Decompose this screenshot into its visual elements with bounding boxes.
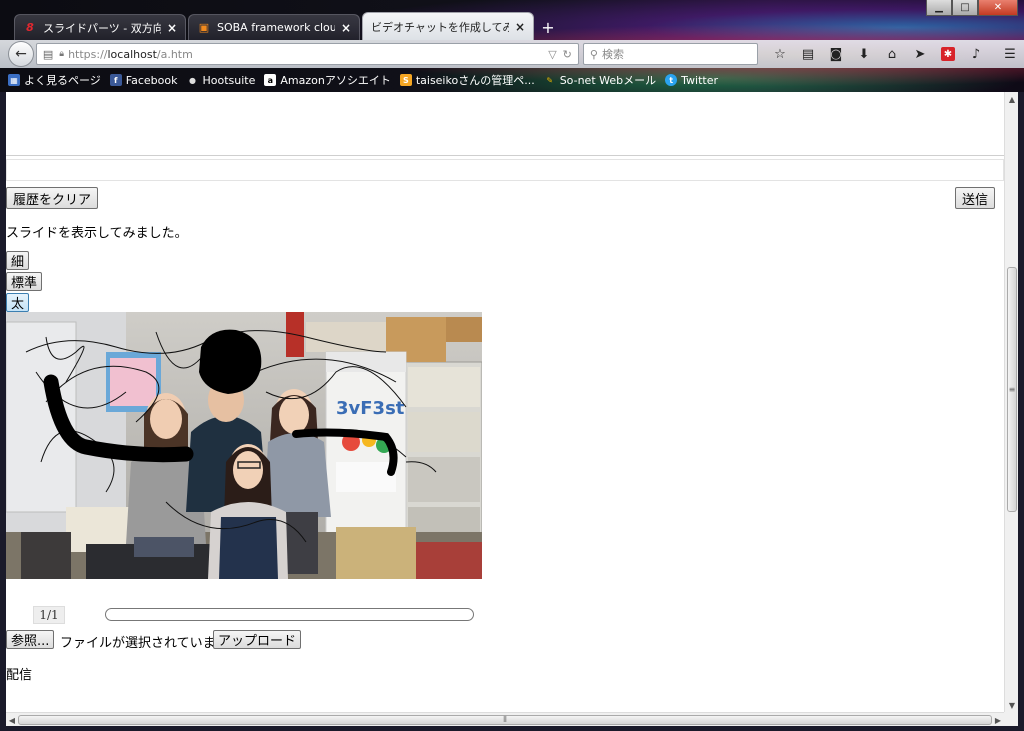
page-icon: ▤ <box>42 47 54 61</box>
download-icon[interactable]: ⬇ <box>850 42 878 66</box>
amazon-icon: a <box>264 74 277 86</box>
tab-close-icon[interactable]: × <box>341 21 351 35</box>
tab-title: ビデオチャットを作成してみた <box>371 20 509 34</box>
page-counter: 1/1 <box>33 606 65 624</box>
url-path: /a.htm <box>156 47 193 61</box>
broadcast-label: 配信 <box>6 668 33 683</box>
scroll-left-icon[interactable]: ◀ <box>6 713 18 727</box>
url-scheme: https:// <box>68 47 108 61</box>
navigation-bar: ← ▤ 🔒︎ https:// localhost /a.htm ▽ ↻ ⚲ 検… <box>0 40 1024 68</box>
status-message: スライドを表示してみました。 <box>6 226 188 241</box>
tab-slide-parts[interactable]: 8 スライドパーツ - 双方向... × <box>14 14 186 40</box>
scroll-up-icon[interactable]: ▲ <box>1005 92 1019 106</box>
addon-icon[interactable]: ✱ <box>934 42 962 66</box>
bookmark-hootsuite[interactable]: ● Hootsuite <box>186 74 255 87</box>
search-input[interactable]: ⚲ 検索 <box>582 43 758 65</box>
minimize-button[interactable]: ▁ <box>926 0 952 16</box>
home-icon[interactable]: ⌂ <box>878 42 906 66</box>
url-host: localhost <box>107 47 157 61</box>
lock-icon: 🔒︎ <box>59 49 65 59</box>
close-window-button[interactable]: ✕ <box>978 0 1018 16</box>
bookmark-star-icon[interactable]: ☆ <box>766 42 794 66</box>
facebook-icon: f <box>109 74 122 86</box>
send-icon[interactable]: ➤ <box>906 42 934 66</box>
bookmark-twitter[interactable]: t Twitter <box>665 74 718 87</box>
message-input[interactable] <box>6 159 1004 181</box>
dropdown-icon[interactable]: ▽ <box>548 48 556 61</box>
vertical-scroll-thumb[interactable]: ≡ <box>1007 267 1017 512</box>
tab-video-chat[interactable]: ビデオチャットを作成してみた × <box>362 12 534 40</box>
tab-title: スライドパーツ - 双方向... <box>43 21 161 35</box>
window-controls: ▁ □ ✕ <box>926 0 1018 16</box>
bookmark-facebook[interactable]: f Facebook <box>109 73 178 87</box>
tab-close-icon[interactable]: × <box>515 20 525 34</box>
tab-soba-framework[interactable]: ▣ SOBA framework cloud × <box>188 14 360 40</box>
tab-strip: 8 スライドパーツ - 双方向... × ▣ SOBA framework cl… <box>14 12 560 40</box>
bookmark-label: taiseikoさんの管理ペ... <box>415 74 535 87</box>
bookmark-most-visited[interactable]: ▦ よく見るページ <box>8 72 101 88</box>
menu-icon[interactable]: ☰ <box>996 42 1024 66</box>
url-bar[interactable]: ▤ 🔒︎ https:// localhost /a.htm ▽ ↻ <box>35 43 579 65</box>
slide-favicon-icon: 8 <box>26 21 34 34</box>
pen-thick-button[interactable]: 太 <box>6 293 30 312</box>
toolbar-icons: ☆ ▤ ◙ ⬇ ⌂ ➤ ✱ ♪ ☰ <box>766 42 1024 66</box>
search-placeholder: 検索 <box>601 48 624 61</box>
folder-icon: ▦ <box>8 74 20 86</box>
send-button[interactable]: 送信 <box>955 187 996 209</box>
reload-icon[interactable]: ↻ <box>563 48 572 61</box>
search-icon: ⚲ <box>589 47 598 61</box>
bookmark-sonet-webmail[interactable]: ✎ So-net Webメール <box>544 72 656 88</box>
reading-list-icon[interactable]: ▤ <box>794 42 822 66</box>
svg-text:3vF3st: 3vF3st <box>336 398 405 419</box>
twitter-icon: t <box>665 74 678 86</box>
back-button[interactable]: ← <box>8 41 34 67</box>
sonet-icon: ✎ <box>546 75 554 85</box>
slide-drawing[interactable]: 3vF3st <box>6 312 482 579</box>
vertical-scrollbar[interactable]: ▲ ≡ ▼ <box>1004 92 1018 712</box>
horizontal-scroll-thumb[interactable]: ⦀ <box>18 715 992 725</box>
browse-button[interactable]: 参照... <box>6 630 55 649</box>
bookmark-label: Facebook <box>125 73 178 87</box>
maximize-button[interactable]: □ <box>952 0 978 16</box>
back-arrow-icon: ← <box>15 46 27 62</box>
upload-button[interactable]: アップロード <box>213 630 302 649</box>
bookmark-label: Hootsuite <box>202 73 256 87</box>
bookmark-label: Amazonアソシエイト <box>280 74 391 87</box>
soba-favicon-icon: ▣ <box>198 21 210 34</box>
new-tab-button[interactable]: + <box>536 14 560 40</box>
pocket-icon[interactable]: ◙ <box>822 42 850 66</box>
extension-icon[interactable]: ♪ <box>962 42 990 66</box>
scroll-down-icon[interactable]: ▼ <box>1005 698 1019 712</box>
page-viewport: 履歴をクリア 送信 スライドを表示してみました。 細 標準 太 3vF3st 1… <box>6 92 1018 712</box>
blog-icon: S <box>399 74 412 86</box>
bookmark-amazon-associate[interactable]: a Amazonアソシエイト <box>264 72 391 88</box>
scrollbar-corner <box>1004 712 1018 726</box>
scroll-right-icon[interactable]: ▶ <box>992 713 1004 727</box>
tab-title: SOBA framework cloud <box>217 21 335 34</box>
pen-thin-button[interactable]: 細 <box>6 251 30 270</box>
bookmark-label: Twitter <box>681 73 718 87</box>
bookmark-taiseiko[interactable]: S taiseikoさんの管理ペ... <box>399 72 535 88</box>
hootsuite-icon: ● <box>188 75 196 85</box>
horizontal-scrollbar[interactable]: ◀ ⦀ ▶ <box>6 712 1004 726</box>
slide-canvas[interactable]: 3vF3st <box>6 312 482 579</box>
bookmark-label: So-net Webメール <box>559 74 657 87</box>
page-slider[interactable] <box>105 608 474 621</box>
chat-history-area[interactable] <box>6 92 1016 156</box>
browser-chrome: ▁ □ ✕ 8 スライドパーツ - 双方向... × ▣ SOBA framew… <box>0 0 1024 92</box>
bookmarks-bar: ▦ よく見るページ f Facebook ● Hootsuite a Amazo… <box>0 70 1024 90</box>
clear-history-button[interactable]: 履歴をクリア <box>6 187 99 209</box>
bookmark-label: よく見るページ <box>24 74 101 87</box>
pen-normal-button[interactable]: 標準 <box>6 272 43 291</box>
tab-close-icon[interactable]: × <box>167 21 177 35</box>
